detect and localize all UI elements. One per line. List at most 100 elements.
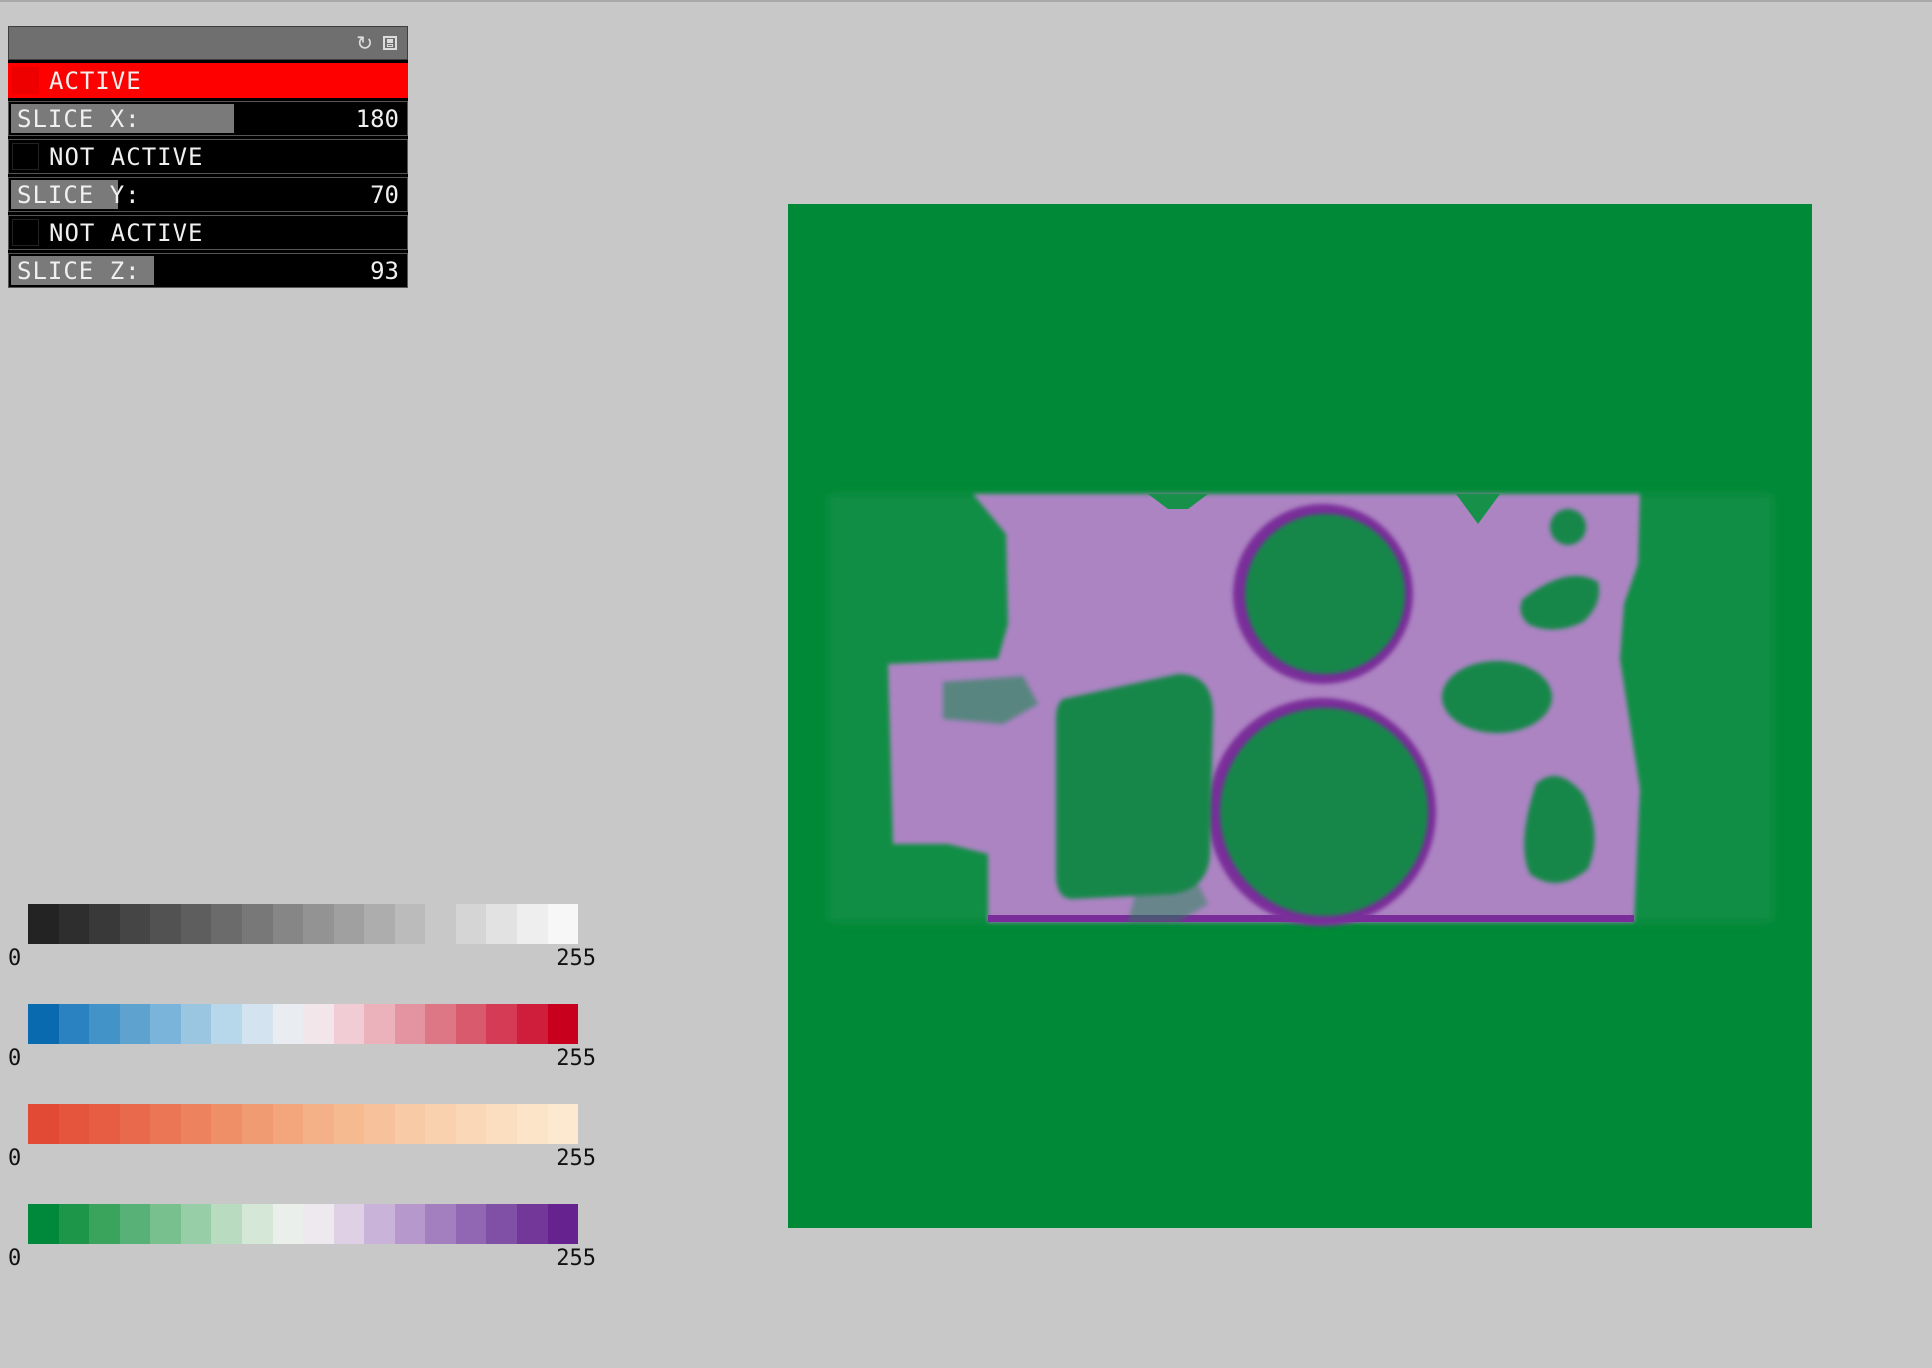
colorbar-cell [547, 1204, 579, 1244]
colorbar-cell [89, 1004, 120, 1044]
colorbar-cell [272, 904, 304, 944]
colorbar-cell [119, 904, 151, 944]
colorbar-cell [333, 904, 365, 944]
slider-label: SLICE X: [17, 105, 141, 133]
colorbar-cell [486, 904, 517, 944]
colorbar-min-label: 0 [8, 1046, 22, 1071]
slice-toggle[interactable]: NOT ACTIVE [8, 139, 408, 174]
colorbar-cell [425, 1004, 456, 1044]
colorbar-cell [119, 1004, 151, 1044]
colorbar-cell [28, 904, 59, 944]
colorbar-orange: 0 255 [8, 1104, 596, 1171]
colorbar-cell [455, 1004, 487, 1044]
colorbar-cell [89, 904, 120, 944]
colorbar-cell [211, 1004, 242, 1044]
toggle-swatch[interactable] [12, 67, 39, 94]
slider-label: SLICE Y: [17, 181, 141, 209]
colorbar-cell [180, 1204, 212, 1244]
colorbar-min-label: 0 [8, 1246, 22, 1271]
slice-control-panel: ↻ ACTIVE SLICE X: 180 NOT ACTIVE SLICE Y: 70 N… [8, 26, 408, 288]
colorbar-cell [486, 1204, 517, 1244]
colorbar-swatches [28, 1204, 579, 1244]
slider-value: 70 [370, 181, 399, 209]
colorbar-green-purple: 0 255 [8, 1204, 596, 1271]
colorbar-cell [28, 1004, 59, 1044]
colorbar-cell [150, 1004, 181, 1044]
colorbar-cell [364, 1004, 395, 1044]
colorbar-cell [425, 1104, 456, 1144]
colorbar-cell [517, 1104, 548, 1144]
colorbar-cell [333, 1004, 365, 1044]
slice-image [788, 204, 1812, 1228]
colorbar-blue-red: 0 255 [8, 1004, 596, 1071]
colorbar-cell [517, 1004, 548, 1044]
window-top-border [0, 0, 1932, 2]
colorbar-cell [547, 1104, 579, 1144]
hole-left-block [1056, 674, 1213, 899]
toggle-label: NOT ACTIVE [49, 143, 204, 171]
slice-toggle[interactable]: ACTIVE [8, 63, 408, 98]
colorbar-cell [150, 1204, 181, 1244]
colorbar-min-label: 0 [8, 946, 22, 971]
colorbar-cell [425, 904, 456, 944]
colorbar-cell [455, 1104, 487, 1144]
colorbar-cell [364, 904, 395, 944]
colorbar-cell [333, 1104, 365, 1144]
toggle-swatch[interactable] [12, 219, 39, 246]
colorbar-min-label: 0 [8, 1146, 22, 1171]
colorbar-cell [303, 904, 334, 944]
colorbar-cell [547, 904, 579, 944]
slider-value: 180 [355, 105, 399, 133]
colorbar-cell [455, 904, 487, 944]
colorbar-gray: 0 255 [8, 904, 596, 971]
slice-toggle[interactable]: NOT ACTIVE [8, 215, 408, 250]
colorbar-cell [241, 904, 273, 944]
save-icon[interactable] [383, 36, 397, 50]
colorbar-cell [517, 1204, 548, 1244]
colorbar-cell [272, 1104, 304, 1144]
colorbar-cell [211, 904, 242, 944]
slice-viewport[interactable] [788, 204, 1812, 1228]
colorbar-cell [180, 1104, 212, 1144]
colorbar-swatches [28, 1004, 579, 1044]
colorbar-cell [58, 1004, 90, 1044]
panel-header[interactable]: ↻ [8, 26, 408, 60]
colorbar-cell [455, 1204, 487, 1244]
colorbar-cell [272, 1004, 304, 1044]
colorbar-cell [303, 1204, 334, 1244]
slice-slider[interactable]: SLICE Z: 93 [8, 253, 408, 288]
colorbar-cell [303, 1004, 334, 1044]
hole-upper-circle [1245, 514, 1405, 674]
refresh-icon[interactable]: ↻ [356, 33, 373, 53]
colorbar-max-label: 255 [556, 946, 596, 971]
slice-slider[interactable]: SLICE X: 180 [8, 101, 408, 136]
colorbar-cell [211, 1204, 242, 1244]
colorbar-cell [150, 904, 181, 944]
toggle-swatch[interactable] [12, 143, 39, 170]
colorbar-max-label: 255 [556, 1146, 596, 1171]
colorbar-cell [150, 1104, 181, 1144]
colorbar-max-label: 255 [556, 1046, 596, 1071]
colorbar-cell [241, 1004, 273, 1044]
colorbar-cell [28, 1104, 59, 1144]
colorbar-cell [547, 1004, 579, 1044]
slice-slider[interactable]: SLICE Y: 70 [8, 177, 408, 212]
colorbar-cell [211, 1104, 242, 1144]
colorbar-cell [364, 1204, 395, 1244]
colorbar-cell [180, 1004, 212, 1044]
colorbar-cell [28, 1204, 59, 1244]
colorbar-cell [517, 904, 548, 944]
colorbar-cell [425, 1204, 456, 1244]
toggle-label: NOT ACTIVE [49, 219, 204, 247]
colorbar-cell [303, 1104, 334, 1144]
colorbar-cell [89, 1204, 120, 1244]
colorbar-cell [394, 904, 426, 944]
hole-lower-circle [1220, 708, 1428, 916]
colorbar-cell [364, 1104, 395, 1144]
slider-label: SLICE Z: [17, 257, 141, 285]
colorbar-cell [119, 1104, 151, 1144]
colorbar-cell [333, 1204, 365, 1244]
hole-small-round [1550, 509, 1586, 545]
colorbar-cell [89, 1104, 120, 1144]
colorbar-cell [241, 1104, 273, 1144]
